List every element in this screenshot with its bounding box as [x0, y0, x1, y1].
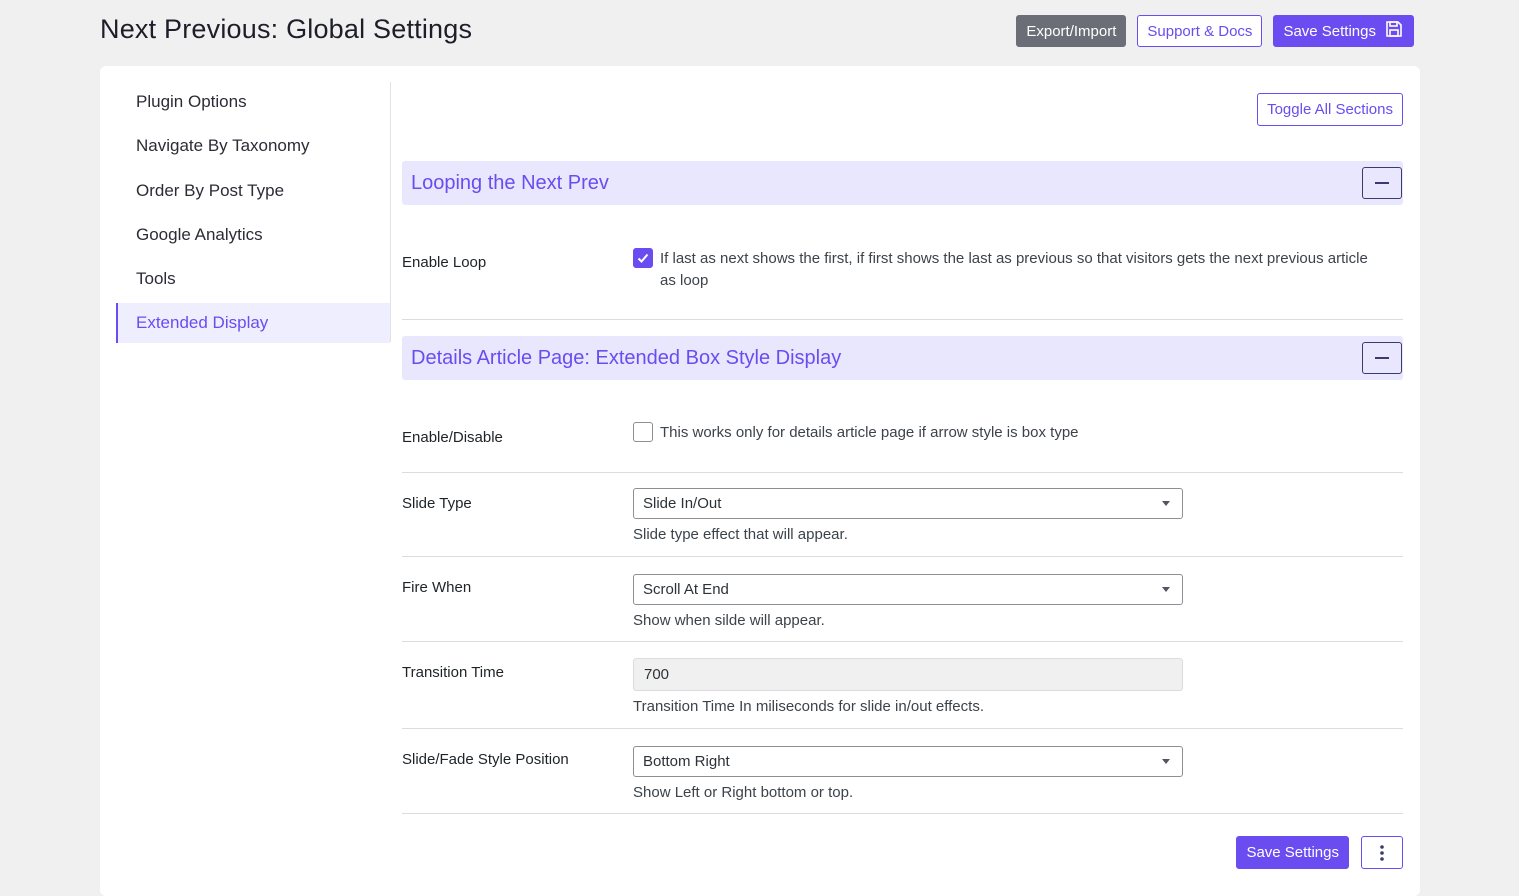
sidebar-item-extended-display[interactable]: Extended Display: [116, 303, 390, 344]
support-docs-button[interactable]: Support & Docs: [1137, 15, 1263, 47]
support-docs-label: Support & Docs: [1147, 22, 1253, 40]
footer-save-settings-button[interactable]: Save Settings: [1236, 836, 1349, 869]
slide-type-select[interactable]: Slide In/Out: [633, 488, 1183, 519]
setting-description: Transition Time In miliseconds for slide…: [633, 698, 984, 715]
setting-label: Slide/Fade Style Position: [402, 751, 569, 768]
setting-label: Fire When: [402, 579, 472, 596]
setting-row-fire-when: Fire When Scroll At End Show when silde …: [402, 557, 1403, 642]
setting-row-position: Slide/Fade Style Position Bottom Right S…: [402, 729, 1403, 814]
setting-label: Enable Loop: [402, 254, 487, 271]
section-title: Details Article Page: Extended Box Style…: [411, 346, 842, 369]
sidebar-item-label: Plugin Options: [136, 92, 247, 111]
transition-time-field: 700 Transition Time In miliseconds for s…: [633, 658, 1183, 715]
save-settings-button[interactable]: Save Settings: [1273, 15, 1414, 47]
fire-when-field: Scroll At End Show when silde will appea…: [633, 574, 1183, 629]
caret-down-icon: [1162, 759, 1170, 764]
enable-loop-text: If last as next shows the first, if firs…: [660, 250, 1368, 289]
setting-row-slide-type: Slide Type Slide In/Out Slide type effec…: [402, 473, 1403, 557]
sidebar-item-label: Navigate By Taxonomy: [136, 136, 310, 156]
sidebar-item-label: Google Analytics: [136, 224, 263, 244]
sidebar-item-navigate-by-taxonomy[interactable]: Navigate By Taxonomy: [116, 126, 390, 166]
section-title: Looping the Next Prev: [411, 171, 609, 194]
setting-row-enable-disable: Enable/Disable This works only for detai…: [402, 396, 1403, 473]
section-header-extended: Details Article Page: Extended Box Style…: [402, 336, 1403, 380]
setting-label: Slide Type: [402, 495, 472, 512]
page-title: Next Previous: Global Settings: [100, 14, 473, 44]
input-value: 700: [644, 666, 670, 683]
setting-row-transition-time: Transition Time 700 Transition Time In m…: [402, 642, 1403, 729]
position-field: Bottom Right Show Left or Right bottom o…: [633, 746, 1183, 801]
vertical-dots-icon: [1380, 844, 1384, 861]
enable-loop-checkbox[interactable]: [633, 248, 653, 268]
sidebar-item-tools[interactable]: Tools: [116, 259, 390, 299]
setting-description: Slide type effect that will appear.: [633, 526, 848, 543]
enable-disable-text: This works only for details article page…: [660, 424, 1079, 441]
sidebar-nav: Plugin Options Navigate By Taxonomy Orde…: [116, 82, 391, 344]
section-header-looping: Looping the Next Prev: [402, 161, 1403, 205]
check-icon: [637, 253, 649, 263]
sidebar-item-label: Tools: [136, 269, 176, 289]
caret-down-icon: [1162, 501, 1170, 506]
collapse-section-button[interactable]: [1362, 342, 1402, 374]
minus-icon: [1375, 357, 1389, 359]
caret-down-icon: [1162, 587, 1170, 592]
setting-description: Show Left or Right bottom or top.: [633, 784, 854, 801]
footer-actions: Save Settings: [1236, 836, 1403, 869]
position-select[interactable]: Bottom Right: [633, 746, 1183, 777]
export-import-label: Export/Import: [1026, 22, 1117, 40]
setting-row-enable-loop: Enable Loop If last as next shows the fi…: [402, 223, 1403, 320]
setting-label: Enable/Disable: [402, 429, 503, 446]
transition-time-input[interactable]: 700: [633, 658, 1183, 691]
sidebar-item-plugin-options[interactable]: Plugin Options: [116, 82, 390, 122]
more-options-button[interactable]: [1361, 836, 1403, 869]
sidebar-item-label: Order By Post Type: [136, 180, 285, 200]
enable-disable-checkbox[interactable]: [633, 422, 653, 442]
enable-loop-field: If last as next shows the first, if firs…: [633, 248, 1373, 292]
sidebar-item-google-analytics[interactable]: Google Analytics: [116, 215, 390, 255]
setting-label: Transition Time: [402, 664, 504, 681]
toggle-all-label: Toggle All Sections: [1267, 101, 1393, 118]
collapse-section-button[interactable]: [1362, 167, 1402, 199]
toggle-all-sections-button[interactable]: Toggle All Sections: [1257, 93, 1403, 126]
floppy-disk-icon: [1384, 19, 1404, 43]
slide-type-field: Slide In/Out Slide type effect that will…: [633, 488, 1183, 543]
save-settings-label: Save Settings: [1283, 22, 1376, 40]
settings-card: Plugin Options Navigate By Taxonomy Orde…: [100, 66, 1420, 896]
header-actions: Export/Import Support & Docs Save Settin…: [1016, 15, 1414, 47]
export-import-button[interactable]: Export/Import: [1016, 15, 1127, 47]
fire-when-select[interactable]: Scroll At End: [633, 574, 1183, 605]
setting-description: Show when silde will appear.: [633, 612, 825, 629]
select-value: Bottom Right: [643, 753, 730, 770]
sidebar-item-order-by-post-type[interactable]: Order By Post Type: [116, 171, 390, 211]
enable-disable-field: This works only for details article page…: [633, 422, 1079, 444]
sidebar-item-label: Extended Display: [136, 313, 269, 333]
minus-icon: [1375, 182, 1389, 184]
select-value: Scroll At End: [643, 581, 729, 598]
select-value: Slide In/Out: [643, 495, 722, 512]
save-settings-label: Save Settings: [1246, 844, 1339, 861]
